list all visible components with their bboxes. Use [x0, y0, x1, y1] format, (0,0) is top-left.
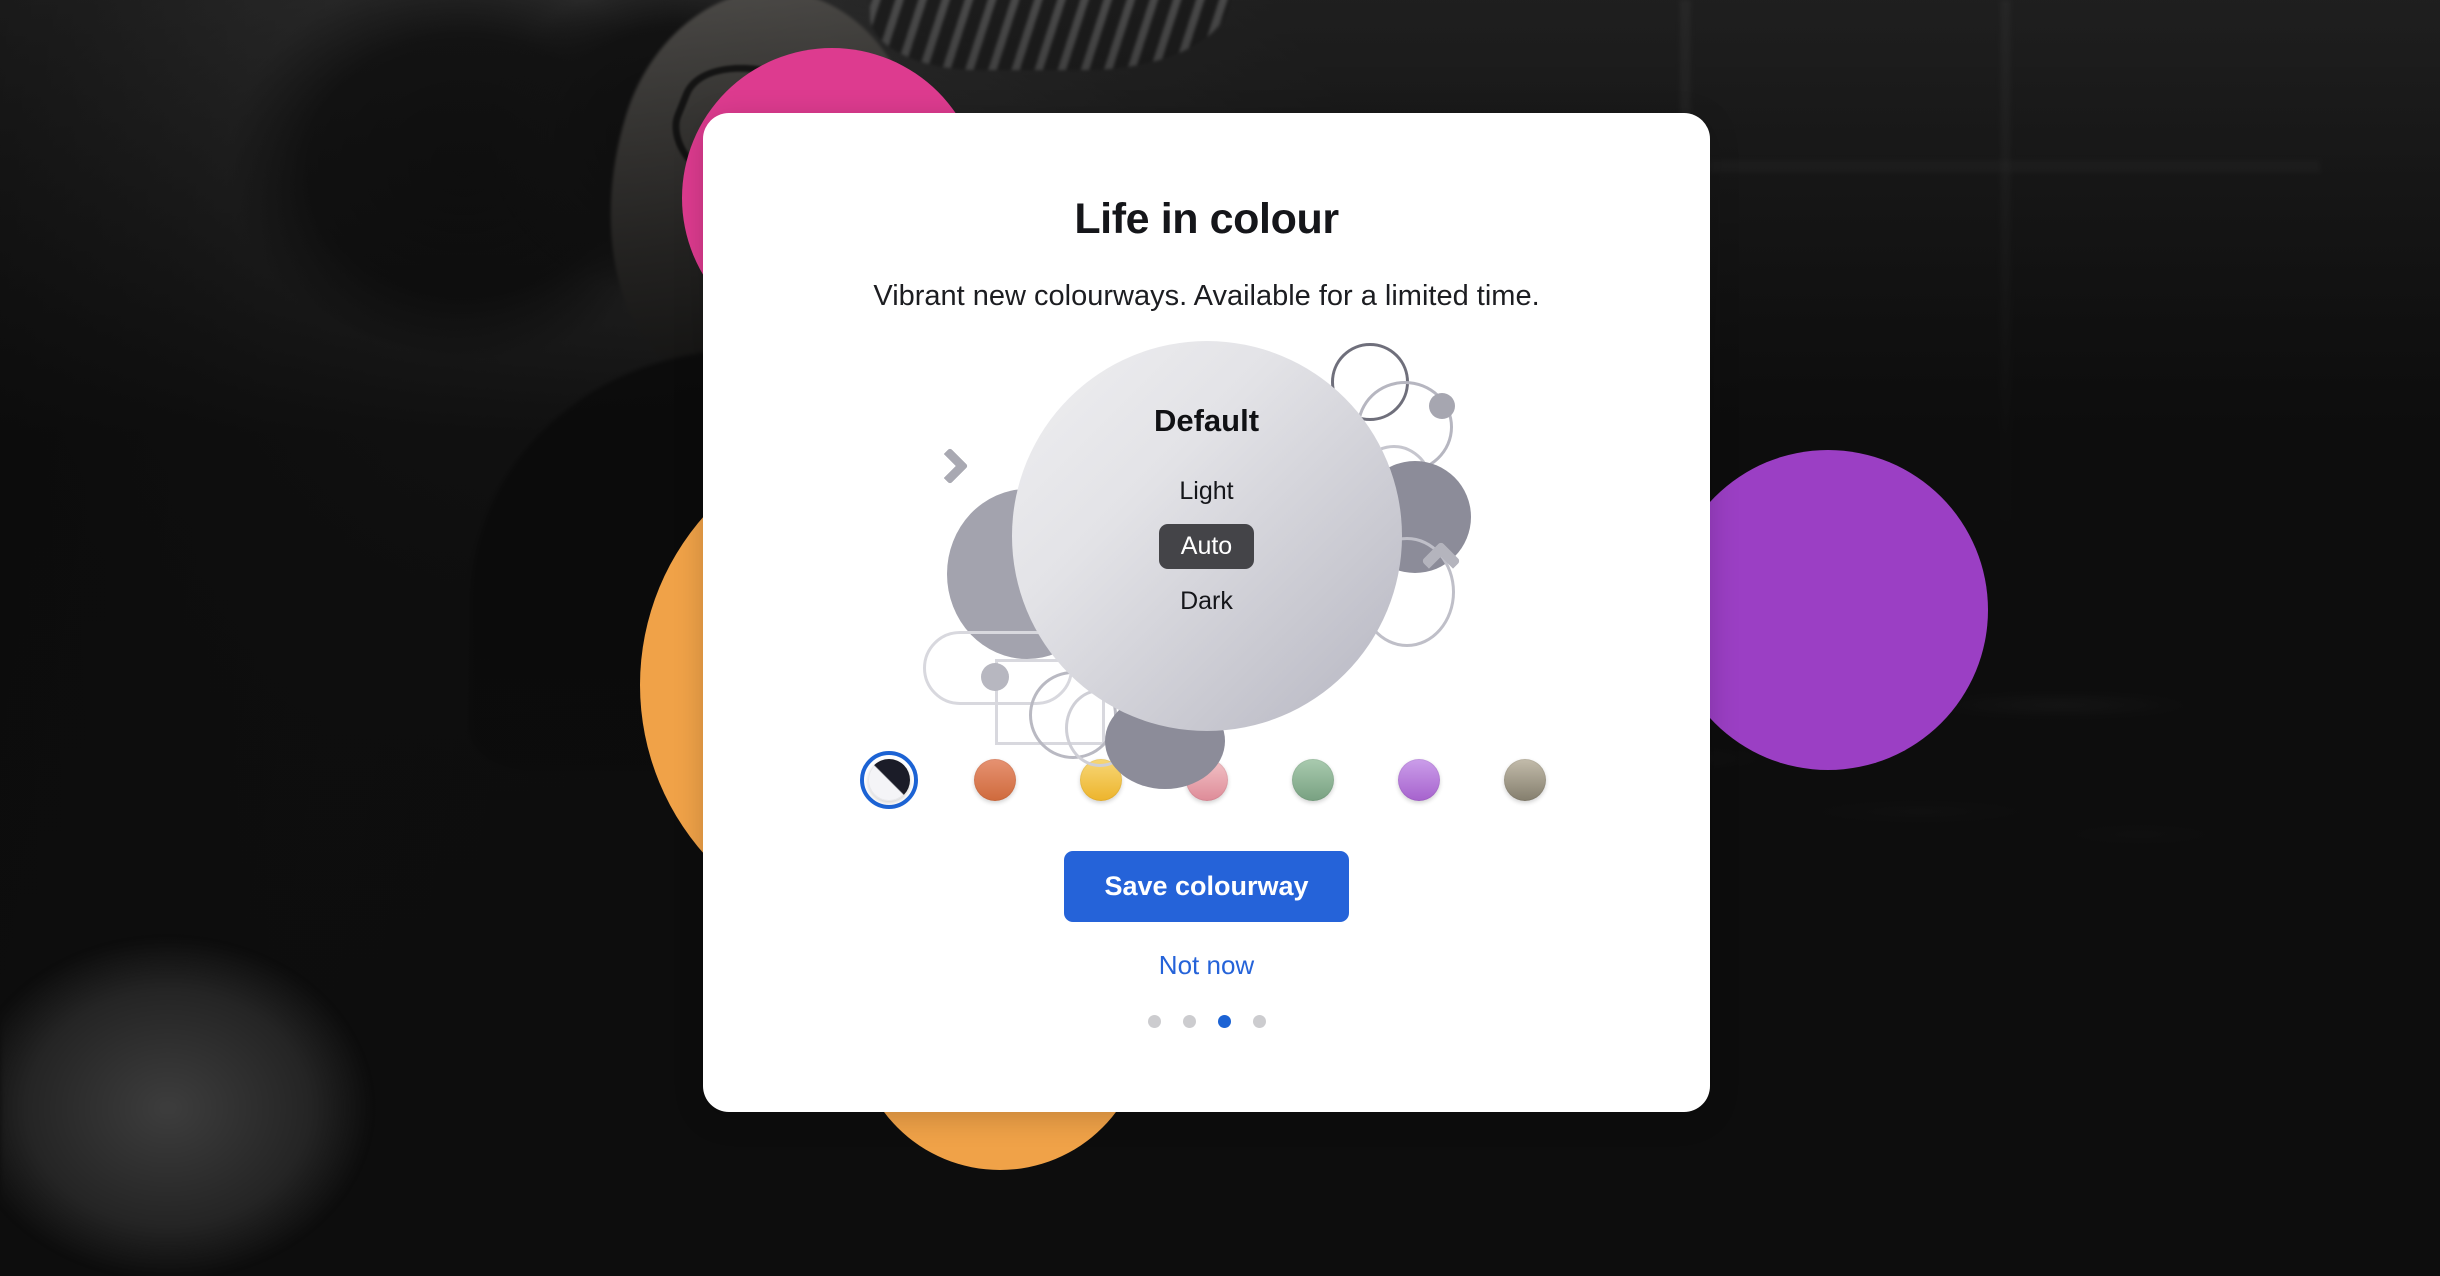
swatch-default-chip: [867, 759, 910, 801]
colourway-preview-circle: Default Light Auto Dark: [1011, 341, 1402, 731]
carousel-pagination: [1147, 1015, 1266, 1028]
page-subtitle: Vibrant new colourways. Available for a …: [873, 280, 1540, 312]
appearance-mode-list: Light Auto Dark: [1157, 469, 1255, 623]
not-now-button[interactable]: Not now: [1149, 944, 1264, 987]
colourway-name: Default: [1153, 403, 1260, 438]
pager-dot-1[interactable]: [1147, 1015, 1161, 1028]
pager-dot-3[interactable]: [1217, 1015, 1231, 1028]
swatch-green[interactable]: [1284, 751, 1342, 809]
swatch-default[interactable]: [859, 751, 918, 809]
swatch-orange-chip: [973, 759, 1016, 801]
swatch-taupe[interactable]: [1496, 751, 1554, 809]
mode-option-dark[interactable]: Dark: [1158, 579, 1255, 624]
pager-dot-2[interactable]: [1182, 1015, 1196, 1028]
pager-dot-4[interactable]: [1252, 1015, 1266, 1028]
decorative-dot-bottom-left: [980, 663, 1009, 691]
mode-option-auto[interactable]: Auto: [1158, 523, 1255, 569]
decorative-dot-top-right: [1428, 393, 1455, 419]
purple-circle: [1668, 450, 1988, 770]
colourway-dialog: Life in colour Vibrant new colourways. A…: [703, 113, 1710, 1112]
background-crate: [0, 856, 420, 1276]
save-colourway-button[interactable]: Save colourway: [1064, 851, 1349, 922]
swatch-purple-chip: [1397, 759, 1440, 801]
chevron-right-icon: [931, 447, 968, 485]
swatch-purple[interactable]: [1390, 751, 1448, 809]
colourway-preview-stage: Default Light Auto Dark: [922, 341, 1477, 789]
page-title: Life in colour: [1074, 195, 1339, 243]
swatch-taupe-chip: [1503, 759, 1546, 801]
swatch-orange[interactable]: [966, 751, 1024, 809]
swatch-green-chip: [1291, 759, 1334, 801]
mode-option-light[interactable]: Light: [1157, 469, 1255, 514]
